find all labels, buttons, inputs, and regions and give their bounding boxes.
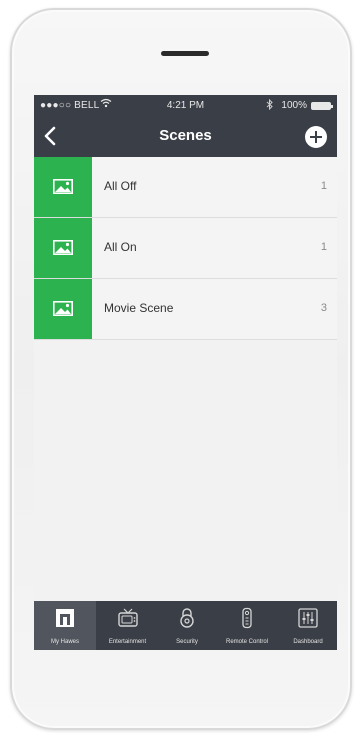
tab-label: Security bbox=[176, 639, 198, 645]
image-icon bbox=[53, 301, 73, 316]
page-title: Scenes bbox=[159, 127, 212, 144]
tv-icon bbox=[117, 608, 138, 627]
scene-row-movie-scene[interactable]: Movie Scene 3 bbox=[34, 279, 337, 340]
image-icon bbox=[53, 179, 73, 194]
app-screen: ●●●○○ BELL 4:21 PM 100% Scenes All Off 1… bbox=[34, 95, 337, 650]
speaker-grille bbox=[161, 51, 209, 56]
lock-icon bbox=[180, 608, 194, 628]
scene-thumbnail bbox=[34, 157, 92, 217]
scene-row-all-on[interactable]: All On 1 bbox=[34, 218, 337, 279]
scene-thumbnail bbox=[34, 279, 92, 339]
scene-list: All Off 1 All On 1 Movie Scene 3 bbox=[34, 157, 337, 340]
status-bar: ●●●○○ BELL 4:21 PM 100% bbox=[34, 95, 337, 117]
tab-label: Entertainment bbox=[108, 639, 147, 645]
navigation-bar: Scenes bbox=[34, 117, 337, 157]
tab-label: My Hawes bbox=[50, 639, 79, 645]
bluetooth-icon bbox=[266, 98, 273, 113]
home-button[interactable] bbox=[140, 682, 228, 712]
battery-icon bbox=[311, 102, 333, 110]
scene-name: Movie Scene bbox=[104, 301, 174, 315]
battery-percent: 100% bbox=[281, 100, 307, 111]
tab-remote-control[interactable]: Remote Control bbox=[215, 601, 279, 650]
tab-security[interactable]: Security bbox=[159, 601, 215, 650]
home-icon bbox=[56, 609, 74, 627]
bottom-tab-bar: My Hawes Entertainment Security Remote C… bbox=[34, 601, 337, 650]
tab-my-hawes[interactable]: My Hawes bbox=[34, 601, 96, 650]
scene-name: All Off bbox=[104, 179, 137, 193]
scene-thumbnail bbox=[34, 218, 92, 278]
image-icon bbox=[53, 240, 73, 255]
scene-device-count: 3 bbox=[320, 302, 327, 314]
scene-row-all-off[interactable]: All Off 1 bbox=[34, 157, 337, 218]
scene-name: All On bbox=[104, 240, 137, 254]
top-bar: ●●●○○ BELL 4:21 PM 100% Scenes bbox=[34, 95, 337, 157]
scene-device-count: 1 bbox=[320, 241, 327, 253]
tab-label: Dashboard bbox=[293, 639, 323, 645]
sliders-icon bbox=[298, 608, 318, 628]
add-scene-button[interactable] bbox=[305, 126, 327, 148]
tab-dashboard[interactable]: Dashboard bbox=[279, 601, 337, 650]
scene-device-count: 1 bbox=[320, 180, 327, 192]
tab-entertainment[interactable]: Entertainment bbox=[96, 601, 159, 650]
remote-icon bbox=[242, 607, 252, 629]
tab-label: Remote Control bbox=[225, 639, 269, 645]
